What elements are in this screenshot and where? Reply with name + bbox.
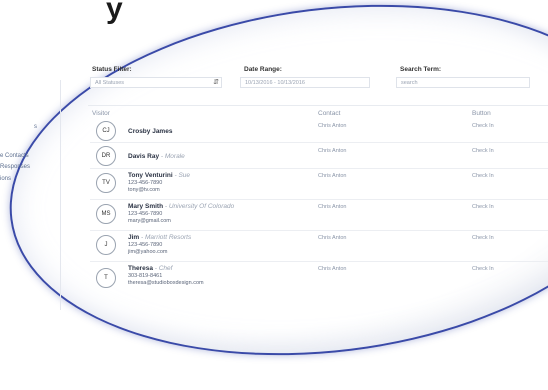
visitor-email: theresa@studioboxdesign.com (128, 280, 204, 286)
visitor-organization: Chef (158, 265, 173, 272)
visitor-name: Theresa - Chef (128, 265, 173, 272)
visitor-phone: 123-456-7890 (128, 211, 163, 217)
contact-name: Chris Anton (318, 173, 347, 179)
visitor-name: Tony Venturini - Sue (128, 172, 191, 179)
select-arrows-icon: ⇵ (213, 79, 219, 86)
search-term-label: Search Term: (400, 66, 442, 73)
column-header-contact: Contact (318, 110, 341, 117)
sidebar-item-contacts[interactable]: e Contacts (0, 153, 29, 159)
date-range-label: Date Range: (244, 66, 282, 73)
visitor-name-text: Tony Venturini (128, 172, 173, 179)
visitor-phone: 123-456-7890 (128, 180, 163, 186)
visitor-name: Mary Smith - University Of Colorado (128, 203, 235, 210)
table-row: T Theresa - Chef 303-819-8461 theresa@st… (90, 262, 548, 294)
avatar: TV (96, 173, 116, 193)
contact-name: Chris Anton (318, 235, 347, 241)
visitor-phone: 303-819-8461 (128, 273, 163, 279)
table-row: CJ Crosby James Chris Anton Check In (90, 118, 548, 143)
table-row: J Jim - Marriott Resorts 123-456-7890 ji… (90, 231, 548, 262)
table-row: TV Tony Venturini - Sue 123-456-7890 ton… (90, 169, 548, 200)
search-input[interactable]: search (396, 77, 530, 88)
avatar: MS (96, 204, 116, 224)
visitor-name: Davis Ray - Morale (128, 153, 185, 160)
visitor-organization: Morale (164, 153, 185, 160)
visitor-name-text: Theresa (128, 265, 153, 272)
search-placeholder: search (401, 80, 418, 86)
table-row: DR Davis Ray - Morale Chris Anton Check … (90, 143, 548, 169)
visitor-organization: University Of Colorado (168, 203, 235, 210)
visitor-email: mary@gmail.com (128, 218, 171, 224)
visitor-email: tony@tv.com (128, 187, 160, 193)
status-filter-value: All Statuses (95, 80, 125, 86)
heading-fragment: y (106, 0, 123, 25)
visitor-email: jim@yahoo.com (128, 249, 168, 255)
date-range-value: 10/13/2016 - 10/13/2016 (245, 80, 305, 86)
check-in-button[interactable]: Check In (472, 204, 494, 210)
check-in-button[interactable]: Check In (472, 173, 494, 179)
avatar: DR (96, 146, 116, 166)
table-row: MS Mary Smith - University Of Colorado 1… (90, 200, 548, 231)
check-in-button[interactable]: Check In (472, 235, 494, 241)
sidebar-item[interactable]: s (34, 124, 37, 130)
visitor-name: Jim - Marriott Resorts (128, 234, 192, 241)
contact-name: Chris Anton (318, 266, 347, 272)
contact-name: Chris Anton (318, 204, 347, 210)
sidebar-item-options[interactable]: ions (0, 176, 11, 182)
header-divider (88, 105, 548, 106)
status-filter-select[interactable]: All Statuses ⇵ (90, 77, 222, 88)
visitor-name-text: Davis Ray (128, 153, 160, 160)
visitor-name: Crosby James (128, 128, 172, 135)
avatar: J (96, 235, 116, 255)
avatar: T (96, 268, 116, 288)
filter-bar: Status Filter: All Statuses ⇵ Date Range… (90, 66, 530, 106)
visitor-organization: Marriott Resorts (145, 234, 192, 241)
avatar: CJ (96, 121, 116, 141)
check-in-button[interactable]: Check In (472, 123, 494, 129)
visitor-name-text: Mary Smith (128, 203, 164, 210)
sidebar-item-responses[interactable]: Responses (0, 164, 30, 170)
column-header-visitor: Visitor (92, 110, 110, 117)
contact-name: Chris Anton (318, 123, 347, 129)
date-range-input[interactable]: 10/13/2016 - 10/13/2016 (240, 77, 370, 88)
visitor-phone: 123-456-7890 (128, 242, 163, 248)
column-header-button: Button (472, 110, 491, 117)
screenshot: y s e Contacts Responses ions Status Fil… (0, 0, 548, 390)
check-in-button[interactable]: Check In (472, 148, 494, 154)
status-filter-label: Status Filter: (92, 66, 132, 73)
visitor-name-text: Jim (128, 234, 140, 241)
check-in-button[interactable]: Check In (472, 266, 494, 272)
visitor-name-text: Crosby James (128, 128, 173, 135)
contact-name: Chris Anton (318, 148, 347, 154)
visitor-organization: Sue (178, 172, 191, 179)
sidebar: s e Contacts Responses ions (0, 112, 70, 312)
